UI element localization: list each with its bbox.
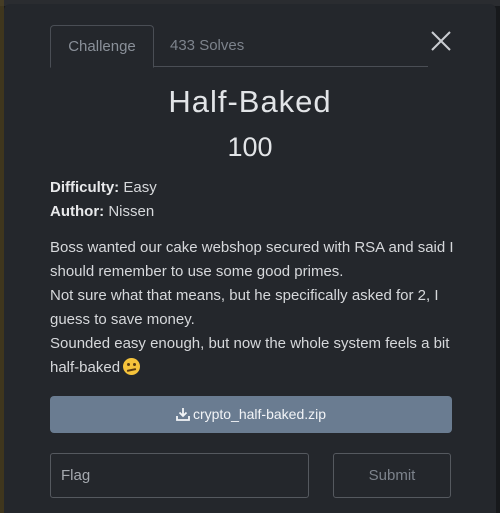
challenge-points: 100 (227, 132, 273, 162)
challenge-title: Half-Baked (168, 84, 332, 119)
difficulty-row: Difficulty: Easy (50, 176, 157, 200)
close-button[interactable] (426, 26, 456, 56)
tab-solves[interactable]: 433 Solves (154, 25, 260, 67)
description-line: Not sure what that means, but he specifi… (50, 287, 439, 328)
description-line: Boss wanted our cake webshop secured wit… (50, 239, 454, 280)
difficulty-value: Easy (123, 179, 157, 196)
difficulty-label: Difficulty: (50, 179, 120, 196)
challenge-modal: Challenge 433 Solves Half-Baked 100 Diff… (4, 4, 496, 513)
close-icon (431, 31, 451, 51)
author-label: Author: (50, 203, 105, 220)
download-file-name: crypto_half-baked.zip (192, 406, 327, 422)
challenge-tabs: Challenge 433 Solves (50, 25, 428, 68)
challenge-meta: Difficulty: Easy Author: Nissen (50, 176, 157, 224)
description-text: Sounded easy enough, but now the whole s… (50, 335, 450, 376)
challenge-description: Boss wanted our cake webshop secured wit… (50, 236, 460, 380)
tab-challenge[interactable]: Challenge (50, 25, 154, 68)
author-row: Author: Nissen (50, 200, 157, 224)
download-file-button[interactable]: crypto_half-baked.zip (50, 396, 452, 433)
confused-face-icon (123, 358, 141, 375)
submit-button[interactable]: Submit (333, 453, 451, 498)
description-line-last: Sounded easy enough, but now the whole s… (50, 332, 460, 380)
author-value: Nissen (108, 203, 155, 220)
download-icon (176, 408, 190, 421)
flag-input[interactable] (50, 453, 309, 498)
